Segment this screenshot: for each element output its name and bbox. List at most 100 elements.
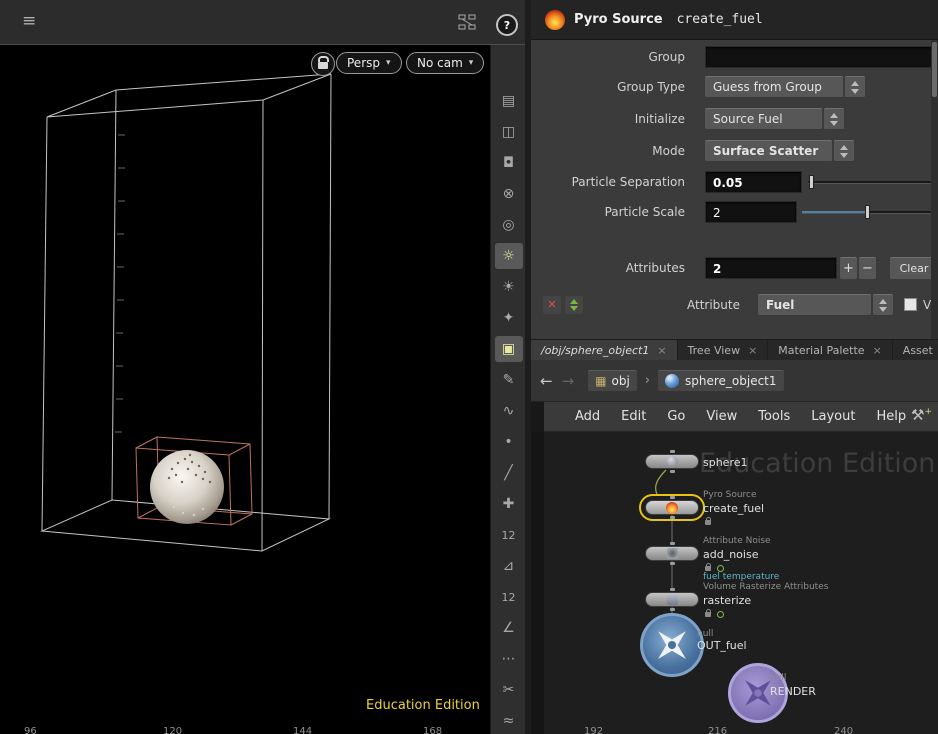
null-pinwheel-icon bbox=[646, 619, 698, 671]
axis-ticks bbox=[115, 135, 125, 432]
group-input[interactable] bbox=[705, 46, 938, 68]
stowbar-glyph bbox=[458, 14, 476, 31]
grouptype-dropdown[interactable]: Guess from Group bbox=[705, 76, 843, 98]
close-icon[interactable]: × bbox=[657, 344, 666, 357]
lock-icon[interactable]: ◘ bbox=[495, 150, 523, 176]
add-attribute-button[interactable]: + bbox=[840, 257, 857, 279]
scene-viewport[interactable] bbox=[0, 45, 490, 734]
forward-arrow-icon[interactable]: → bbox=[562, 372, 575, 390]
angle-icon[interactable]: ∠ bbox=[495, 615, 523, 641]
pyro-flame-icon bbox=[545, 10, 565, 30]
frame12-icon[interactable]: 12 bbox=[495, 522, 523, 548]
param-scrollbar[interactable] bbox=[931, 40, 938, 340]
node-out-fuel[interactable] bbox=[640, 613, 704, 677]
menu-edit[interactable]: Edit bbox=[621, 409, 646, 424]
delete-entry-button[interactable]: ✕ bbox=[543, 296, 561, 314]
chevron-down-icon: ▾ bbox=[469, 58, 474, 68]
network-menubar: Add Edit Go View Tools Layout Help ⚒+ bbox=[531, 402, 938, 432]
slider-handle[interactable] bbox=[865, 205, 870, 219]
sphere-node-icon bbox=[667, 456, 678, 467]
stowbar-icon[interactable] bbox=[458, 14, 476, 35]
scrollbar-thumb[interactable] bbox=[932, 42, 937, 97]
node-create-fuel[interactable] bbox=[645, 500, 699, 515]
pane-grip[interactable] bbox=[531, 402, 544, 432]
attribute-dropdown[interactable]: Fuel bbox=[758, 294, 871, 316]
pane-tabbar: /obj/sphere_object1 × Tree View × Materi… bbox=[531, 339, 938, 360]
chevron-down-icon: ▾ bbox=[386, 58, 391, 68]
reorder-entry-button[interactable] bbox=[565, 296, 583, 314]
tab-tree-view[interactable]: Tree View × bbox=[678, 340, 769, 360]
pencil-icon[interactable]: ✎ bbox=[495, 367, 523, 393]
breadcrumb-obj[interactable]: ▦ obj bbox=[588, 370, 637, 391]
particle-separation-slider[interactable] bbox=[808, 171, 936, 193]
attribute-stepper[interactable] bbox=[873, 294, 893, 316]
node-name-label: add_noise bbox=[703, 548, 758, 561]
triangle-icon[interactable]: ⊿ bbox=[495, 553, 523, 579]
viewport-box-icon[interactable]: ▣ bbox=[495, 336, 523, 362]
initialize-dropdown[interactable]: Source Fuel bbox=[705, 108, 822, 130]
network-editor[interactable]: Education Edition sphere1 Pyro Source cr… bbox=[531, 432, 938, 734]
down-arrow-icon bbox=[840, 153, 848, 158]
headlight-icon[interactable]: ☀ bbox=[495, 274, 523, 300]
scissors-icon[interactable]: ✂ bbox=[495, 677, 523, 703]
menu-add[interactable]: Add bbox=[575, 409, 600, 424]
path-bar: ← → ▦ obj › sphere_object1 bbox=[531, 360, 938, 402]
node-rasterize[interactable] bbox=[645, 592, 699, 607]
houdini-window: ≡ ? bbox=[0, 0, 938, 734]
visualize-checkbox[interactable] bbox=[904, 298, 917, 311]
initialize-stepper[interactable] bbox=[824, 108, 844, 130]
menu-view[interactable]: View bbox=[706, 409, 737, 424]
notes12-icon[interactable]: 12 bbox=[495, 584, 523, 610]
breadcrumb-node[interactable]: sphere_object1 bbox=[658, 370, 784, 391]
snap-icon[interactable]: ⊗ bbox=[495, 181, 523, 207]
wrench-plus-icon[interactable]: ⚒+ bbox=[911, 406, 932, 424]
node-name-field[interactable]: create_fuel bbox=[677, 12, 763, 27]
bypass-badge-icon bbox=[717, 565, 724, 572]
grouptype-stepper[interactable] bbox=[845, 76, 865, 98]
dot-icon[interactable]: • bbox=[495, 429, 523, 455]
particle-scale-input[interactable]: 2 bbox=[705, 201, 797, 223]
menu-layout[interactable]: Layout bbox=[811, 409, 855, 424]
mode-dropdown[interactable]: Surface Scatter bbox=[705, 140, 832, 162]
param-row-grouptype: Group Type Guess from Group bbox=[531, 76, 931, 98]
wave-icon[interactable]: ∿ bbox=[495, 398, 523, 424]
slider-handle[interactable] bbox=[809, 175, 814, 189]
particle-scale-slider[interactable] bbox=[802, 201, 936, 223]
camera-lock-button[interactable] bbox=[311, 52, 335, 76]
menu-help[interactable]: Help bbox=[876, 409, 906, 424]
tab-asset[interactable]: Asset × bbox=[893, 340, 938, 360]
pane-divider[interactable] bbox=[525, 0, 531, 734]
tab-material-palette[interactable]: Material Palette × bbox=[768, 340, 893, 360]
slash-icon[interactable]: ╱ bbox=[495, 460, 523, 486]
persp-view-button[interactable]: Persp ▾ bbox=[336, 52, 402, 74]
camera-select-button[interactable]: No cam ▾ bbox=[406, 52, 484, 74]
node-add-noise[interactable] bbox=[645, 546, 699, 561]
mode-stepper[interactable] bbox=[834, 140, 854, 162]
menu-go[interactable]: Go bbox=[667, 409, 685, 424]
close-icon[interactable]: × bbox=[748, 344, 757, 357]
lightbulb-icon[interactable]: ☼ bbox=[495, 243, 523, 269]
node-type-label: Pyro Source bbox=[703, 490, 757, 500]
attributes-count-input[interactable]: 2 bbox=[705, 257, 837, 279]
param-label: Attributes bbox=[531, 257, 685, 279]
node-name-label: sphere1 bbox=[703, 456, 748, 469]
node-type-label: null bbox=[770, 673, 786, 683]
dots-icon[interactable]: ⋯ bbox=[495, 646, 523, 672]
panes-icon[interactable]: ◫ bbox=[495, 119, 523, 145]
parameter-header: Pyro Source create_fuel bbox=[531, 0, 938, 40]
flame-node-icon bbox=[666, 502, 678, 514]
shelf-icon[interactable]: ▤ bbox=[495, 88, 523, 114]
close-icon[interactable]: × bbox=[873, 344, 882, 357]
lamp-icon[interactable]: ✦ bbox=[495, 305, 523, 331]
pane-menu-icon[interactable]: ≡ bbox=[22, 11, 36, 31]
remove-attribute-button[interactable]: − bbox=[859, 257, 876, 279]
node-sphere1[interactable] bbox=[645, 454, 699, 469]
tab-network-path[interactable]: /obj/sphere_object1 × bbox=[531, 340, 678, 360]
target-icon[interactable]: ◎ bbox=[495, 212, 523, 238]
plus-icon[interactable]: ✚ bbox=[495, 491, 523, 517]
menu-tools[interactable]: Tools bbox=[758, 409, 790, 424]
particle-separation-input[interactable]: 0.05 bbox=[705, 171, 802, 193]
back-arrow-icon[interactable]: ← bbox=[540, 372, 553, 390]
ruler-tick: 168 bbox=[423, 726, 442, 734]
help-icon[interactable]: ? bbox=[496, 14, 518, 36]
